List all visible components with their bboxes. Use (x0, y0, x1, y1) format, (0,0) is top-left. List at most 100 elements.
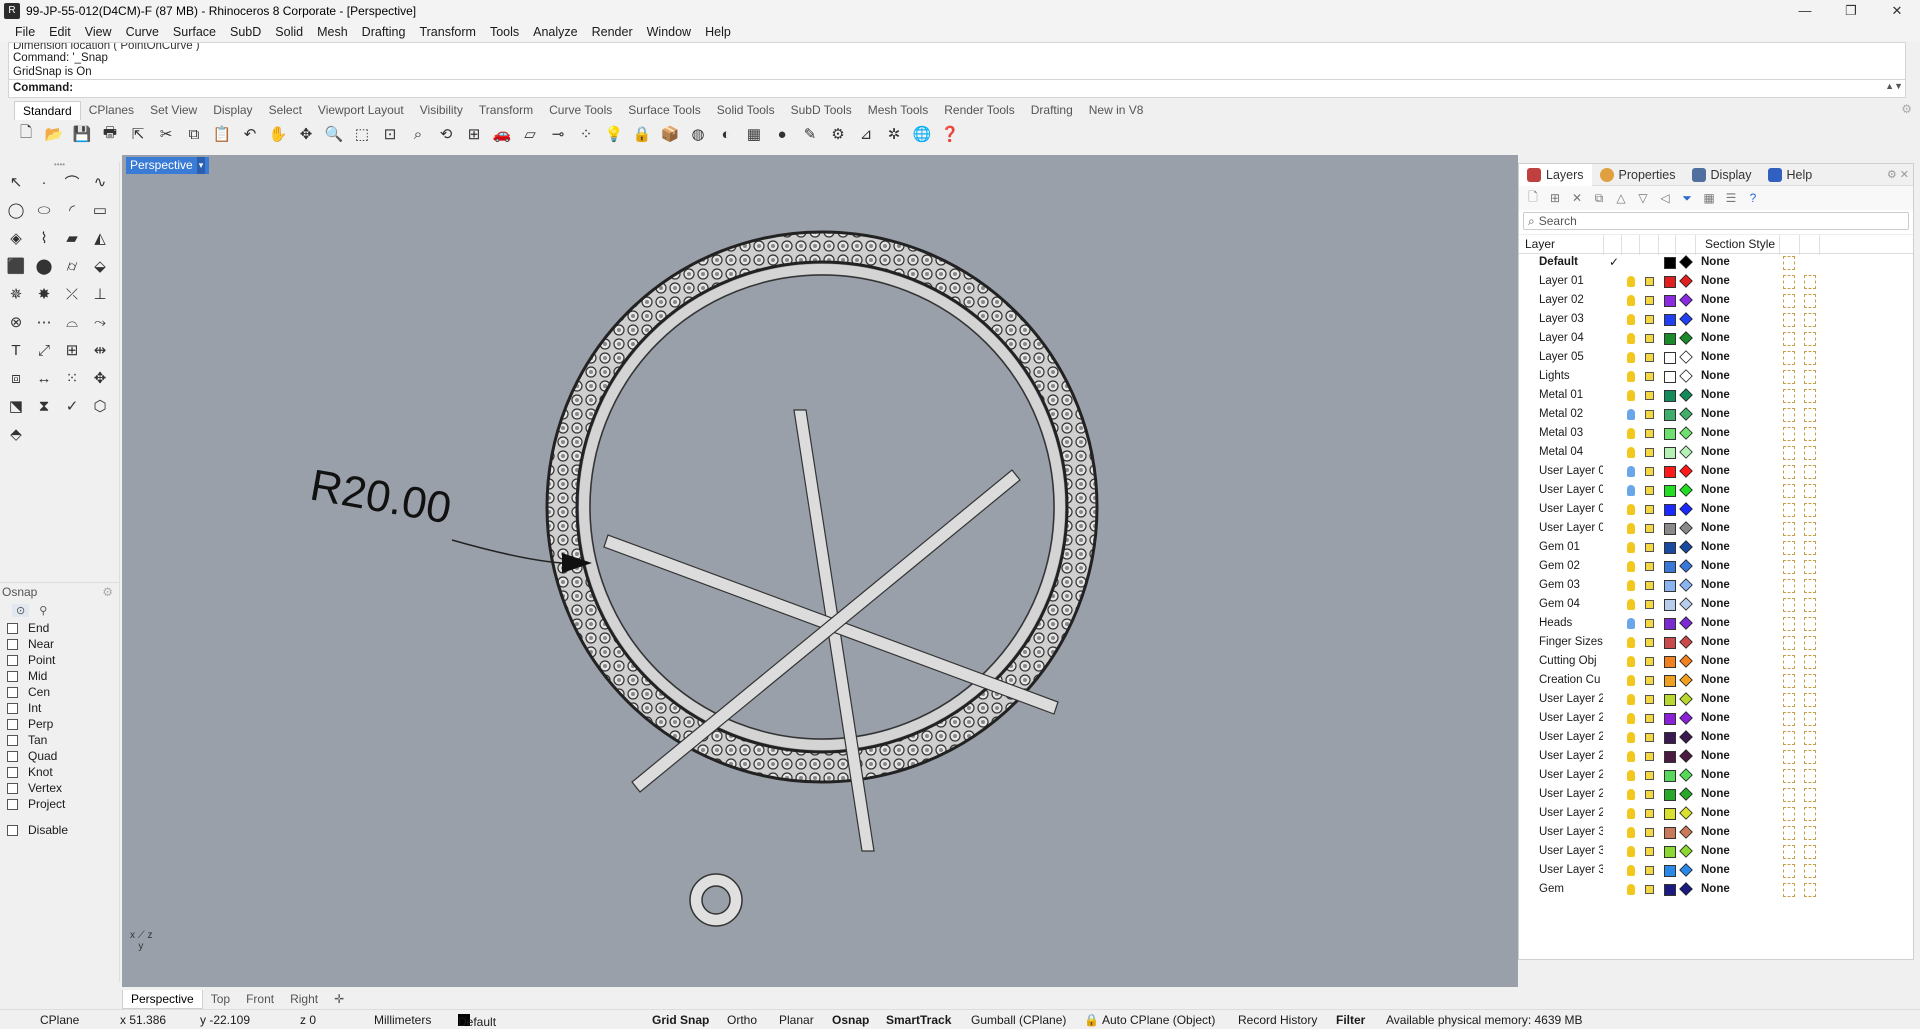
layer-name[interactable]: User Layer 3 (1539, 845, 1603, 857)
layer-color-swatch[interactable] (1664, 276, 1676, 288)
tab-display[interactable]: Display (205, 101, 260, 119)
layer-color-swatch[interactable] (1664, 580, 1676, 592)
layer-color-swatch[interactable] (1664, 789, 1676, 801)
layer-name[interactable]: User Layer 2 (1539, 769, 1603, 781)
material-diamond-icon[interactable] (1679, 673, 1693, 687)
box-icon[interactable]: 📦 (658, 122, 682, 146)
layer-row[interactable]: User Layer 2 None (1519, 691, 1913, 710)
print-color-icon[interactable] (1783, 560, 1795, 574)
scale-icon[interactable]: ⤢ (30, 336, 58, 364)
mirror-icon[interactable]: ⇹ (86, 336, 114, 364)
layer-color-swatch[interactable] (1664, 675, 1676, 687)
layer-color-swatch[interactable] (1664, 770, 1676, 782)
material-diamond-icon[interactable] (1679, 464, 1693, 478)
layer-name[interactable]: User Layer 0 (1539, 522, 1603, 534)
osnap-item[interactable]: Quad (0, 748, 119, 764)
section-style-value[interactable]: None (1701, 484, 1730, 496)
tab-surface-tools[interactable]: Surface Tools (620, 101, 709, 119)
cut-icon[interactable]: ✂ (154, 122, 178, 146)
material-diamond-icon[interactable] (1679, 825, 1693, 839)
tab-right[interactable]: Right (282, 990, 326, 1008)
layer-color-swatch[interactable] (1664, 314, 1676, 326)
copy-icon[interactable]: ⧉ (182, 122, 206, 146)
osnap-checkbox[interactable] (7, 638, 18, 650)
lock-toggle-icon[interactable] (1645, 296, 1654, 305)
layer-color-swatch[interactable] (1664, 390, 1676, 402)
layer-row[interactable]: User Layer 0 None (1519, 520, 1913, 539)
layer-row[interactable]: User Layer 0 None (1519, 482, 1913, 501)
print-color-icon[interactable] (1783, 883, 1795, 897)
lock-toggle-icon[interactable] (1645, 448, 1654, 457)
layer-color-swatch[interactable] (1664, 599, 1676, 611)
layer-color-swatch[interactable] (1664, 371, 1676, 383)
osnap-tab-filter-icon[interactable]: ⚲ (39, 604, 47, 617)
material-diamond-icon[interactable] (1679, 768, 1693, 782)
print-color-icon[interactable] (1783, 275, 1795, 289)
layer-row[interactable]: Gem None (1519, 881, 1913, 900)
visibility-bulb-icon[interactable] (1627, 466, 1635, 477)
layer-name[interactable]: User Layer 3 (1539, 826, 1603, 838)
section-style-value[interactable]: None (1701, 313, 1730, 325)
section-style-value[interactable]: None (1701, 788, 1730, 800)
globe-icon[interactable]: 🌐 (910, 122, 934, 146)
section-style-value[interactable]: None (1701, 332, 1730, 344)
explode-icon[interactable]: ✸ (30, 280, 58, 308)
status-ortho[interactable]: Ortho (727, 1012, 757, 1028)
visibility-bulb-icon[interactable] (1627, 352, 1635, 363)
section-style-value[interactable]: None (1701, 275, 1730, 287)
boolean-icon[interactable]: ⊗ (2, 308, 30, 336)
layer-color-swatch[interactable] (1664, 542, 1676, 554)
col-layer[interactable]: Layer (1525, 237, 1555, 251)
print-bulb-icon[interactable] (1804, 864, 1816, 878)
print-bulb-icon[interactable] (1804, 807, 1816, 821)
layer-row[interactable]: Layer 02 None (1519, 292, 1913, 311)
select-arrow-icon[interactable]: ↖ (2, 168, 30, 196)
point-icon[interactable]: · (30, 168, 58, 196)
visibility-bulb-icon[interactable] (1627, 504, 1635, 515)
move-down-icon[interactable]: ▽ (1635, 191, 1651, 205)
layer-row[interactable]: User Layer 0 None (1519, 463, 1913, 482)
print-color-icon[interactable] (1783, 313, 1795, 327)
osnap-item[interactable]: Project (0, 796, 119, 812)
layer-color-swatch[interactable] (1664, 656, 1676, 668)
layer-color-swatch[interactable] (1664, 447, 1676, 459)
layer-search[interactable]: ⌕ Search (1523, 212, 1909, 230)
command-prompt[interactable]: Command: (9, 79, 1905, 97)
material-diamond-icon[interactable] (1679, 863, 1693, 877)
tab-top[interactable]: Top (203, 990, 238, 1008)
layer-name[interactable]: Gem 03 (1539, 579, 1603, 591)
paste-icon[interactable]: 📋 (210, 122, 234, 146)
layer-name[interactable]: User Layer 2 (1539, 807, 1603, 819)
menu-help[interactable]: Help (698, 22, 738, 42)
help-icon[interactable]: ❓ (938, 122, 962, 146)
print-color-icon[interactable] (1783, 655, 1795, 669)
osnap-item[interactable]: Knot (0, 764, 119, 780)
undo-view-icon[interactable]: ⟲ (434, 122, 458, 146)
fillet-icon[interactable]: ⋯ (30, 308, 58, 336)
osnap-checkbox[interactable] (7, 654, 18, 666)
cplane-icon[interactable]: ▱ (518, 122, 542, 146)
visibility-bulb-icon[interactable] (1627, 618, 1635, 629)
print-bulb-icon[interactable] (1804, 769, 1816, 783)
section-style-value[interactable]: None (1701, 693, 1730, 705)
visibility-bulb-icon[interactable] (1627, 751, 1635, 762)
print-color-icon[interactable] (1783, 465, 1795, 479)
visibility-bulb-icon[interactable] (1627, 333, 1635, 344)
menu-tools[interactable]: Tools (483, 22, 526, 42)
rectangle-icon[interactable]: ▭ (86, 196, 114, 224)
tab-properties[interactable]: Properties (1592, 164, 1684, 186)
menu-window[interactable]: Window (640, 22, 698, 42)
menu-transform[interactable]: Transform (412, 22, 483, 42)
ellipse-icon[interactable]: ⬭ (30, 196, 58, 224)
tab-display[interactable]: Display (1684, 164, 1760, 186)
layer-row[interactable]: User Layer 2 None (1519, 805, 1913, 824)
arc-icon[interactable]: ◜ (58, 196, 86, 224)
layer-row[interactable]: Metal 04 None (1519, 444, 1913, 463)
osnap-item[interactable]: Mid (0, 668, 119, 684)
osnap-checkbox[interactable] (7, 702, 18, 714)
material-diamond-icon[interactable] (1679, 730, 1693, 744)
command-scroll-icon[interactable]: ▲▼ (1885, 81, 1903, 91)
layer-row[interactable]: User Layer 2 None (1519, 786, 1913, 805)
menu-curve[interactable]: Curve (119, 22, 166, 42)
layer-row[interactable]: User Layer 2 None (1519, 729, 1913, 748)
